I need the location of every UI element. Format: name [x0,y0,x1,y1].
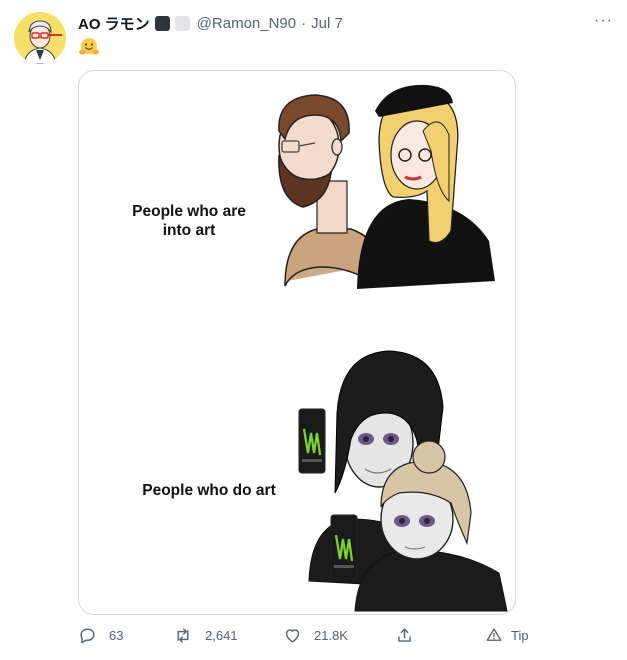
energy-drink-can [298,408,326,474]
like-icon [285,629,300,643]
like-button[interactable]: 21.8K [283,626,348,645]
user-handle[interactable]: @Ramon_N90 [197,15,296,32]
hugging-face-emoji [78,36,100,58]
share-icon [398,628,411,642]
separator-dot: · [301,14,307,32]
tip-label: Tip [511,627,529,643]
display-name[interactable]: AO ラモン [78,13,150,34]
tip-icon [486,628,502,641]
bottom-panel: People who do art [79,343,515,614]
reply-count: 63 [109,628,124,643]
art-makers-illustration [298,350,508,612]
reply-button[interactable]: 63 [78,626,123,645]
tweet-date[interactable]: Jul 7 [311,15,343,32]
like-count: 21.8K [314,628,348,643]
tip-button[interactable]: Tip [485,626,529,644]
more-icon[interactable]: ··· [594,12,613,30]
reply-icon [80,628,95,644]
meme-image[interactable]: People who are into art People who do ar… [78,70,516,615]
retweet-button[interactable]: 2,641 [173,626,238,645]
tweet-actions: 63 2,641 21.8K Tip [78,626,548,650]
light-square-emoji [174,15,190,31]
top-panel: People who are into art [79,71,515,343]
energy-drink-can [330,514,358,580]
art-appreciators-illustration [278,84,495,289]
retweet-count: 2,641 [205,628,238,643]
dark-square-emoji [154,15,170,31]
avatar-illustration [14,12,66,64]
retweet-icon [177,628,189,643]
tweet-header: AO ラモン @Ramon_N90 · Jul 7 [78,12,611,34]
avatar[interactable] [14,12,66,64]
share-button[interactable] [395,626,426,645]
